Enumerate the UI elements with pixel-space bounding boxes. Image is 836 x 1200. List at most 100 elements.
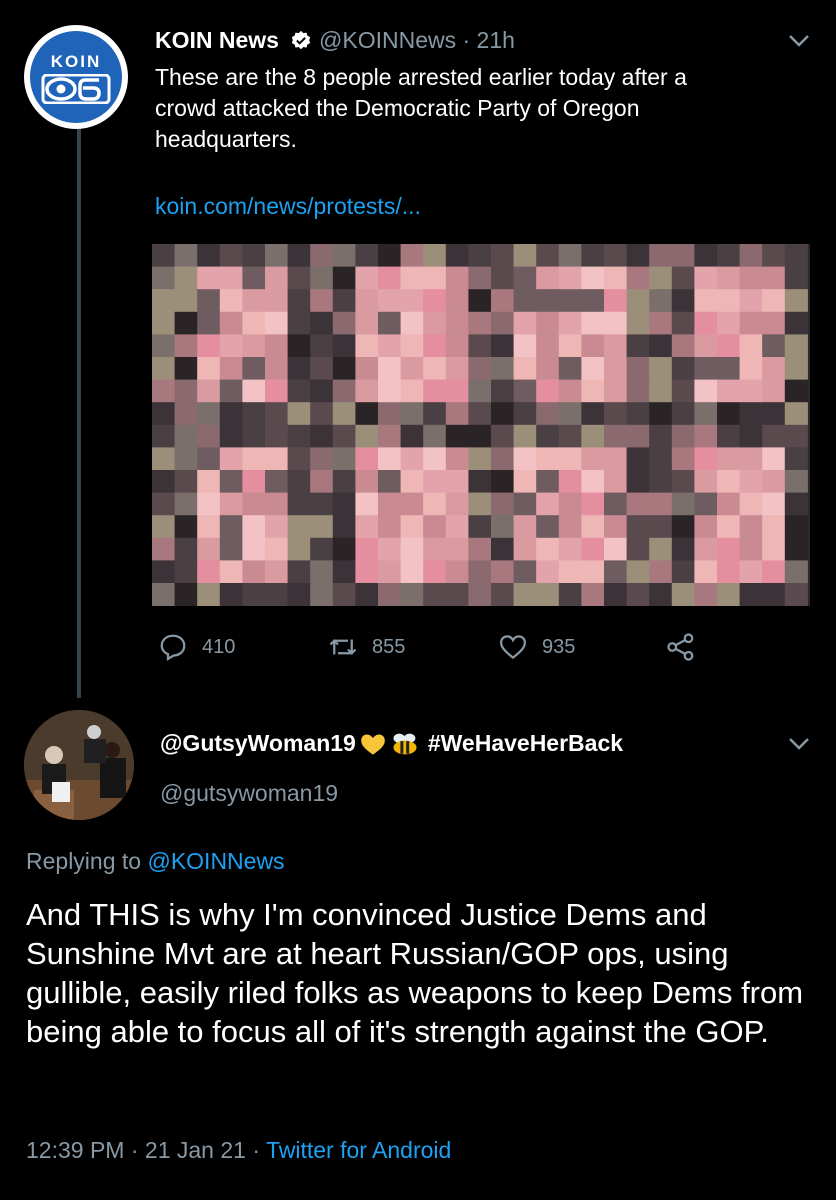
mosaic-cell [536, 334, 560, 358]
koin-avatar[interactable]: KOIN [24, 25, 128, 129]
mosaic-cell [604, 266, 628, 290]
mosaic-cell [694, 560, 718, 584]
mosaic-cell [784, 379, 808, 403]
mosaic-cell [242, 402, 266, 426]
mosaic-cell [287, 560, 311, 584]
mosaic-cell [626, 470, 650, 494]
tweet-meta: 12:39 PM · 21 Jan 21 · Twitter for Andro… [26, 1137, 451, 1164]
retweet-icon [329, 639, 357, 655]
tweet-source[interactable]: Twitter for Android [266, 1137, 451, 1163]
mosaic-cell [762, 470, 786, 494]
reply-author[interactable]: @GutsyWoman19 #WeHaveHerBack [160, 730, 623, 757]
mosaic-cell [355, 379, 379, 403]
mosaic-cell [784, 311, 808, 335]
mosaic-cell [355, 289, 379, 313]
mosaic-cell [694, 266, 718, 290]
mosaic-cell [445, 537, 469, 561]
mosaic-cell [717, 583, 741, 606]
mosaic-cell [784, 537, 808, 561]
mosaic-cell [604, 289, 628, 313]
mosaic-cell [513, 289, 537, 313]
mosaic-cell [671, 379, 695, 403]
article-link[interactable]: koin.com/news/protests/... [155, 193, 421, 220]
mosaic-cell [739, 470, 763, 494]
mosaic-cell [287, 424, 311, 448]
mosaic-cell [581, 537, 605, 561]
mosaic-cell [513, 266, 537, 290]
mosaic-cell [762, 583, 786, 606]
mosaic-cell [197, 583, 221, 606]
mosaic-cell [242, 289, 266, 313]
mosaic-cell [649, 402, 673, 426]
mosaic-cell [265, 424, 289, 448]
mosaic-cell [445, 289, 469, 313]
pixelated-mugshots-image[interactable] [152, 244, 810, 606]
mosaic-cell [400, 379, 424, 403]
mosaic-cell [355, 266, 379, 290]
mosaic-cell [332, 244, 356, 268]
mosaic-cell [242, 515, 266, 539]
mosaic-cell [468, 379, 492, 403]
mosaic-cell [445, 334, 469, 358]
like-button[interactable]: 935 [498, 632, 575, 662]
mosaic-cell [717, 424, 741, 448]
author-handle-time[interactable]: @KOINNews · 21h [319, 27, 515, 54]
mosaic-cell [378, 560, 402, 584]
mosaic-cell [468, 289, 492, 313]
reply-author-name: @GutsyWoman19 [160, 730, 356, 756]
mosaic-cell [378, 311, 402, 335]
mosaic-cell [445, 402, 469, 426]
chevron-down-icon[interactable] [788, 737, 810, 751]
mosaic-cell [287, 357, 311, 381]
mosaic-cell [604, 583, 628, 606]
mosaic-cell [355, 311, 379, 335]
mosaic-cell [219, 266, 243, 290]
mosaic-cell [581, 334, 605, 358]
mosaic-cell [400, 244, 424, 268]
mosaic-cell [287, 311, 311, 335]
mosaic-cell [310, 470, 334, 494]
verified-badge-icon [291, 30, 311, 50]
mosaic-cell [626, 424, 650, 448]
author-name[interactable]: KOIN News [155, 27, 279, 54]
chevron-down-icon[interactable] [788, 34, 810, 48]
reply-author-handle[interactable]: @gutsywoman19 [160, 780, 338, 807]
separator: · [456, 27, 477, 53]
mosaic-cell [468, 492, 492, 516]
mosaic-cell [152, 379, 176, 403]
mosaic-cell [378, 289, 402, 313]
mosaic-cell [310, 492, 334, 516]
mosaic-cell [197, 424, 221, 448]
thread-connector [77, 128, 81, 698]
mosaic-cell [604, 244, 628, 268]
share-button[interactable] [666, 632, 696, 662]
mosaic-cell [242, 583, 266, 606]
gutsywoman-avatar[interactable] [24, 710, 134, 820]
replying-to-link[interactable]: @KOINNews [147, 848, 284, 874]
mosaic-cell [287, 266, 311, 290]
mosaic-cell [491, 357, 515, 381]
mosaic-cell [152, 583, 176, 606]
reply-button[interactable]: 410 [158, 632, 235, 662]
mosaic-cell [445, 424, 469, 448]
mosaic-cell [536, 379, 560, 403]
mosaic-cell [378, 379, 402, 403]
mosaic-cell [242, 357, 266, 381]
mosaic-cell [536, 289, 560, 313]
mosaic-cell [739, 424, 763, 448]
mosaic-cell [310, 402, 334, 426]
mosaic-cell [468, 515, 492, 539]
mosaic-cell [400, 357, 424, 381]
mosaic-cell [671, 266, 695, 290]
mosaic-cell [332, 402, 356, 426]
mosaic-cell [468, 334, 492, 358]
mosaic-cell [423, 492, 447, 516]
mosaic-cell [265, 311, 289, 335]
mosaic-cell [197, 379, 221, 403]
mosaic-cell [558, 560, 582, 584]
mosaic-cell [378, 470, 402, 494]
retweet-button[interactable]: 855 [328, 632, 405, 662]
mosaic-cell [739, 492, 763, 516]
mosaic-cell [400, 311, 424, 335]
mosaic-cell [378, 515, 402, 539]
